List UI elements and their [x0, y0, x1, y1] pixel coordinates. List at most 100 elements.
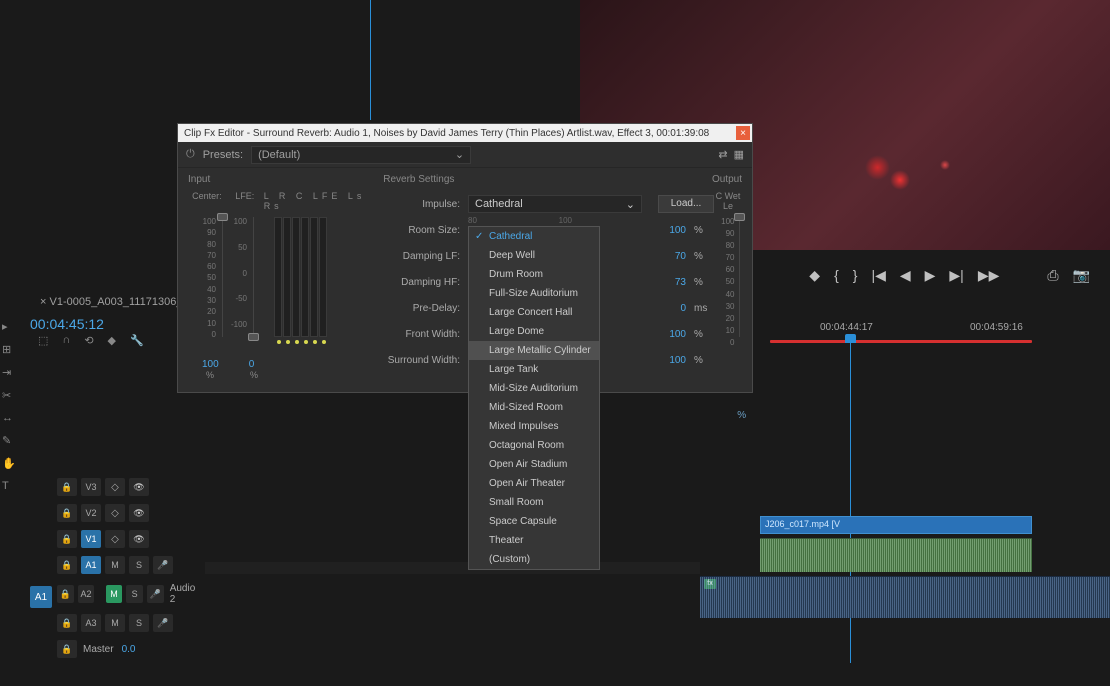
lock-icon[interactable] — [57, 530, 77, 548]
master-val[interactable]: 0.0 — [120, 644, 138, 655]
close-icon[interactable]: × — [736, 126, 750, 140]
preset-dropdown[interactable]: (Default)⌄ — [251, 146, 471, 164]
impulse-option[interactable]: Large Dome — [469, 322, 599, 341]
param-value[interactable]: 0 — [640, 303, 686, 314]
preset-settings-icon[interactable]: ▦ — [734, 148, 744, 161]
tool-selection[interactable]: ▸ — [2, 320, 16, 333]
lock-icon[interactable] — [57, 504, 77, 522]
impulse-option[interactable]: Large Metallic Cylinder — [469, 341, 599, 360]
param-value[interactable]: 73 — [640, 277, 686, 288]
lock-icon[interactable] — [57, 478, 77, 496]
impulse-option[interactable]: Octagonal Room — [469, 436, 599, 455]
lock-icon[interactable] — [57, 640, 77, 658]
play-icon[interactable]: ▶ — [925, 267, 936, 284]
center-slider[interactable] — [222, 217, 223, 337]
step-back-icon[interactable]: |◀ — [871, 267, 885, 284]
playhead-head[interactable] — [845, 334, 856, 343]
dialog-titlebar[interactable]: Clip Fx Editor - Surround Reverb: Audio … — [178, 124, 752, 142]
impulse-dropdown[interactable]: Cathedral⌄ — [468, 195, 642, 213]
wrench-icon[interactable]: 🔧 — [130, 334, 144, 347]
track-a2[interactable]: A2MS🎤Audio 2 — [55, 579, 200, 609]
solo-button[interactable]: S — [126, 585, 143, 603]
track-target[interactable]: A3 — [81, 614, 101, 632]
lock-icon[interactable] — [57, 585, 74, 603]
track-target[interactable]: V3 — [81, 478, 101, 496]
impulse-option[interactable]: Cathedral — [469, 227, 599, 246]
param-value[interactable]: 100 — [640, 355, 686, 366]
play-back-icon[interactable]: ◀ — [900, 267, 911, 284]
impulse-option[interactable]: Deep Well — [469, 246, 599, 265]
tool-ripple[interactable]: ⇥ — [2, 366, 16, 379]
snap-icon[interactable]: ⬚ — [38, 334, 48, 347]
source-playhead[interactable] — [370, 0, 371, 120]
play-fwd-icon[interactable]: ▶| — [949, 267, 963, 284]
param-value[interactable]: 100 — [640, 225, 686, 236]
tool-razor[interactable]: ✂ — [2, 389, 16, 402]
solo-button[interactable]: S — [129, 614, 149, 632]
track-v2[interactable]: V2 — [55, 501, 200, 525]
lock-icon[interactable] — [57, 614, 77, 632]
mute-button[interactable]: M — [105, 614, 125, 632]
impulse-option[interactable]: Full-Size Auditorium — [469, 284, 599, 303]
camera-icon[interactable]: 📷 — [1073, 267, 1090, 284]
impulse-option[interactable]: Drum Room — [469, 265, 599, 284]
impulse-option[interactable]: Theater — [469, 531, 599, 550]
eye-icon[interactable] — [129, 530, 149, 548]
power-icon[interactable]: ⏻ — [186, 148, 195, 161]
track-target[interactable]: A2 — [78, 585, 95, 603]
mute-button[interactable]: M — [105, 556, 125, 574]
tool-track[interactable]: ⊞ — [2, 343, 16, 356]
eye-icon[interactable] — [129, 504, 149, 522]
track-target[interactable]: A1 — [81, 556, 101, 574]
voice-icon[interactable]: 🎤 — [153, 614, 173, 632]
sync-lock-icon[interactable] — [105, 504, 125, 522]
sync-lock-icon[interactable] — [105, 478, 125, 496]
impulse-option[interactable]: (Custom) — [469, 550, 599, 569]
impulse-option[interactable]: Small Room — [469, 493, 599, 512]
audio-clip-a1[interactable] — [760, 538, 1032, 572]
out-bracket-icon[interactable]: } — [853, 267, 858, 283]
param-value[interactable]: 70 — [640, 251, 686, 262]
marker-src-icon[interactable]: ◆ — [108, 334, 116, 347]
mute-button[interactable]: M — [106, 585, 123, 603]
in-bracket-icon[interactable]: { — [834, 267, 839, 283]
track-target[interactable]: V2 — [81, 504, 101, 522]
voice-icon[interactable]: 🎤 — [147, 585, 164, 603]
impulse-option[interactable]: Large Concert Hall — [469, 303, 599, 322]
preset-route-icon[interactable]: ⇄ — [718, 148, 727, 161]
output-slider[interactable] — [739, 217, 740, 337]
track-target[interactable]: V1 — [81, 530, 101, 548]
track-a3[interactable]: A3MS🎤 — [55, 611, 200, 635]
lfe-slider[interactable] — [253, 217, 254, 337]
export-frame-icon[interactable]: ⎙ — [1047, 267, 1058, 284]
impulse-option[interactable]: Mid-Sized Room — [469, 398, 599, 417]
marker-icon[interactable]: ◆ — [809, 267, 820, 284]
linked-sel-icon[interactable]: ⟲ — [84, 334, 93, 347]
audio-clip-a2[interactable]: fx — [700, 576, 1110, 618]
track-a1[interactable]: A1MS🎤 — [55, 553, 200, 577]
voice-icon[interactable]: 🎤 — [153, 556, 173, 574]
source-timecode[interactable]: 00:04:45:12 — [30, 316, 104, 332]
work-area-bar[interactable] — [770, 340, 1032, 343]
source-patch-a1[interactable]: A1 — [30, 586, 52, 608]
eye-icon[interactable] — [129, 478, 149, 496]
impulse-option[interactable]: Mid-Size Auditorium — [469, 379, 599, 398]
lfe-value[interactable]: 0 — [249, 359, 255, 370]
param-value[interactable]: 100 — [640, 329, 686, 340]
track-master[interactable]: Master0.0 — [55, 637, 200, 661]
magnet-icon[interactable]: ∩ — [62, 334, 70, 347]
sync-lock-icon[interactable] — [105, 530, 125, 548]
impulse-dropdown-list[interactable]: CathedralDeep WellDrum RoomFull-Size Aud… — [468, 226, 600, 570]
impulse-option[interactable]: Open Air Stadium — [469, 455, 599, 474]
tool-hand[interactable]: ✋ — [2, 457, 16, 470]
impulse-option[interactable]: Open Air Theater — [469, 474, 599, 493]
load-button[interactable]: Load... — [658, 195, 714, 213]
lock-icon[interactable] — [57, 556, 77, 574]
tool-slip[interactable]: ↔ — [2, 412, 16, 424]
track-v3[interactable]: V3 — [55, 475, 200, 499]
impulse-option[interactable]: Mixed Impulses — [469, 417, 599, 436]
video-clip[interactable]: J206_c017.mp4 [V — [760, 516, 1032, 534]
impulse-option[interactable]: Large Tank — [469, 360, 599, 379]
solo-button[interactable]: S — [129, 556, 149, 574]
time-ruler[interactable]: 00:04:44:17 00:04:59:16 — [760, 318, 1110, 338]
